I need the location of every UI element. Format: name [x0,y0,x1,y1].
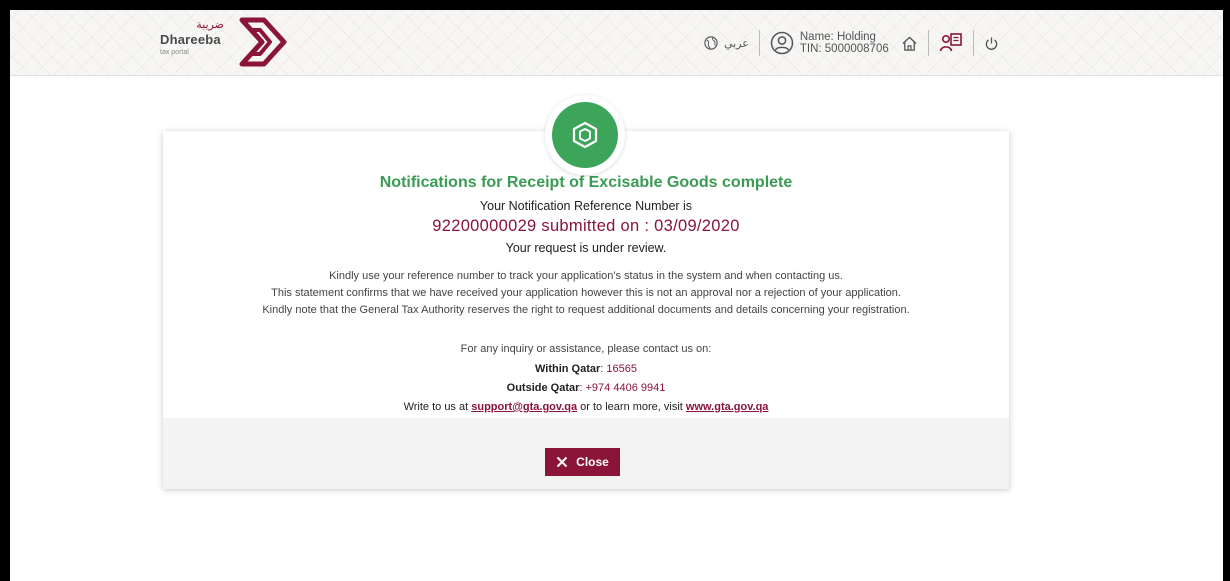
badge-circle [552,102,618,168]
success-badge [545,95,625,175]
dhareeba-logo[interactable]: ضريبة Dhareeba tax portal [160,16,290,68]
power-icon[interactable] [984,36,999,51]
header-actions: عربي Name: Holding TIN: 5000008706 [704,27,999,59]
close-button[interactable]: Close [545,448,620,476]
user-icon[interactable] [770,31,794,55]
review-status: Your request is under review. [505,241,667,255]
outside-qatar-label: Outside Qatar [506,382,580,394]
card-footer: Close [163,418,1009,489]
within-qatar-label: Within Qatar [535,363,601,375]
app-window: ضريبة Dhareeba tax portal عربي Name: Hol… [10,10,1223,581]
outside-qatar-line: Outside Qatar: +974 4406 9941 [163,382,1009,394]
info-paragraph: Kindly note that the General Tax Authori… [262,304,910,316]
support-email-link[interactable]: support@gta.gov.qa [471,401,577,413]
switch-account-icon[interactable] [939,31,963,55]
close-icon [556,456,568,468]
contact-line: Write to us at support@gta.gov.qa or to … [163,401,1009,413]
within-qatar-number: : 16565 [600,363,637,375]
info-paragraph: Kindly use your reference number to trac… [329,270,843,282]
header-divider [927,30,929,56]
logo-chevron-icon [239,17,287,67]
write-middle: or to learn more, visit [580,401,683,413]
reference-number: 92200000029 submitted on : 03/09/2020 [432,217,740,235]
logo-name: Dhareeba [160,32,221,47]
outside-qatar-number: : +974 4406 9941 [579,382,666,394]
user-info[interactable]: Name: Holding TIN: 5000008706 [800,31,889,55]
header-divider [758,30,760,56]
user-name: Name: Holding [799,31,876,43]
home-icon[interactable] [901,35,918,52]
info-paragraph: This statement confirms that we have rec… [271,287,901,299]
write-prefix: Write to us at [403,401,469,413]
logo-subtitle: tax portal [160,49,189,56]
header-divider [972,30,974,56]
logo-arabic-text: ضريبة [196,18,224,31]
language-toggle[interactable]: عربي [724,37,749,50]
confirmation-card: Notifications for Receipt of Excisable G… [163,131,1009,489]
reference-label: Your Notification Reference Number is [479,199,693,213]
package-icon [572,121,598,149]
close-label: Close [576,455,609,469]
inquiry-text: For any inquiry or assistance, please co… [460,343,712,355]
confirmation-title: Notifications for Receipt of Excisable G… [379,174,793,191]
top-header: ضريبة Dhareeba tax portal عربي Name: Hol… [10,10,1223,76]
website-link[interactable]: www.gta.gov.qa [686,401,769,413]
globe-icon[interactable] [704,36,718,50]
user-tin: TIN: 5000008706 [799,43,889,55]
within-qatar-line: Within Qatar: 16565 [163,363,1009,375]
